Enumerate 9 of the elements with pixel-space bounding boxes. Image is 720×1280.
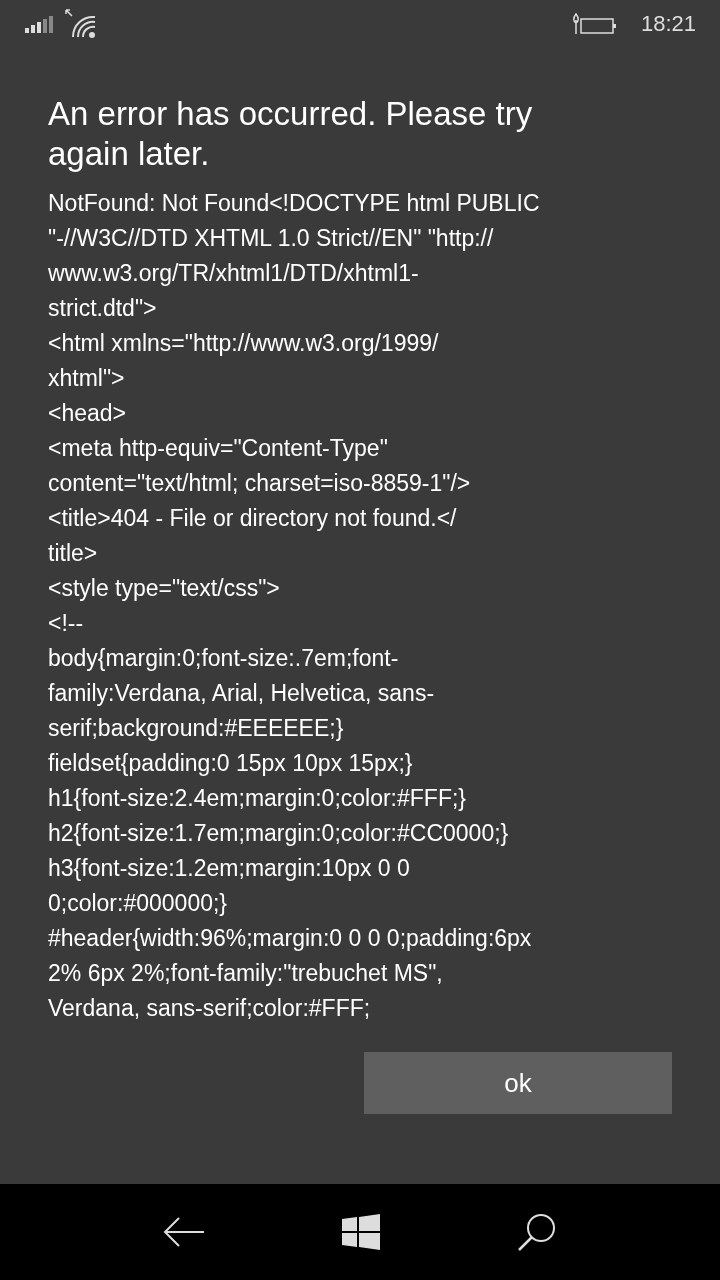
back-icon[interactable] xyxy=(163,1216,206,1248)
windows-icon[interactable] xyxy=(342,1214,380,1250)
dialog-title: An error has occurred. Please try again later. xyxy=(48,94,534,174)
error-details: NotFound: Not Found<!DOCTYPE html PUBLIC "-//W3C//DTD XHTML 1.0 Strict//EN" "http:// www.w3.org/TR/xhtml1/DTD/xhtml1- strict.dtd"> <html xmlns="http://www.w3.org/1999/ xhtml"> <head> <meta http-equiv="Content-Type" content="text/html; charset=iso-8859-1"/> <title>404 - File or directory not found.</ title> <style type="text/css"> <!-- body{margin:0;font-size:.7em;font- family:Verdana, Arial, Helvetica, sans- serif;background:#EEEEEE;} fieldset{padding:0 15px 10px 15px;} h1{font-size:2.4em;margin:0;color:#FFF;} h2{font-size:1.7em;margin:0;color:#CC0000;} h3{font-size:1.2em;margin:10px 0 0 0;color:#000000;} #header{width:96%;margin:0 0 0 0;padding:6px 2% 6px 2%;font-family:"trebuchet MS", Verdana, sans-serif;color:#FFF; xyxy=(48,189,541,1023)
signal-icon xyxy=(25,15,55,33)
battery-icon xyxy=(570,12,617,36)
clock-time: 18:21 xyxy=(640,11,696,37)
search-icon[interactable] xyxy=(516,1212,557,1252)
ok-button[interactable]: ok xyxy=(364,1052,672,1114)
